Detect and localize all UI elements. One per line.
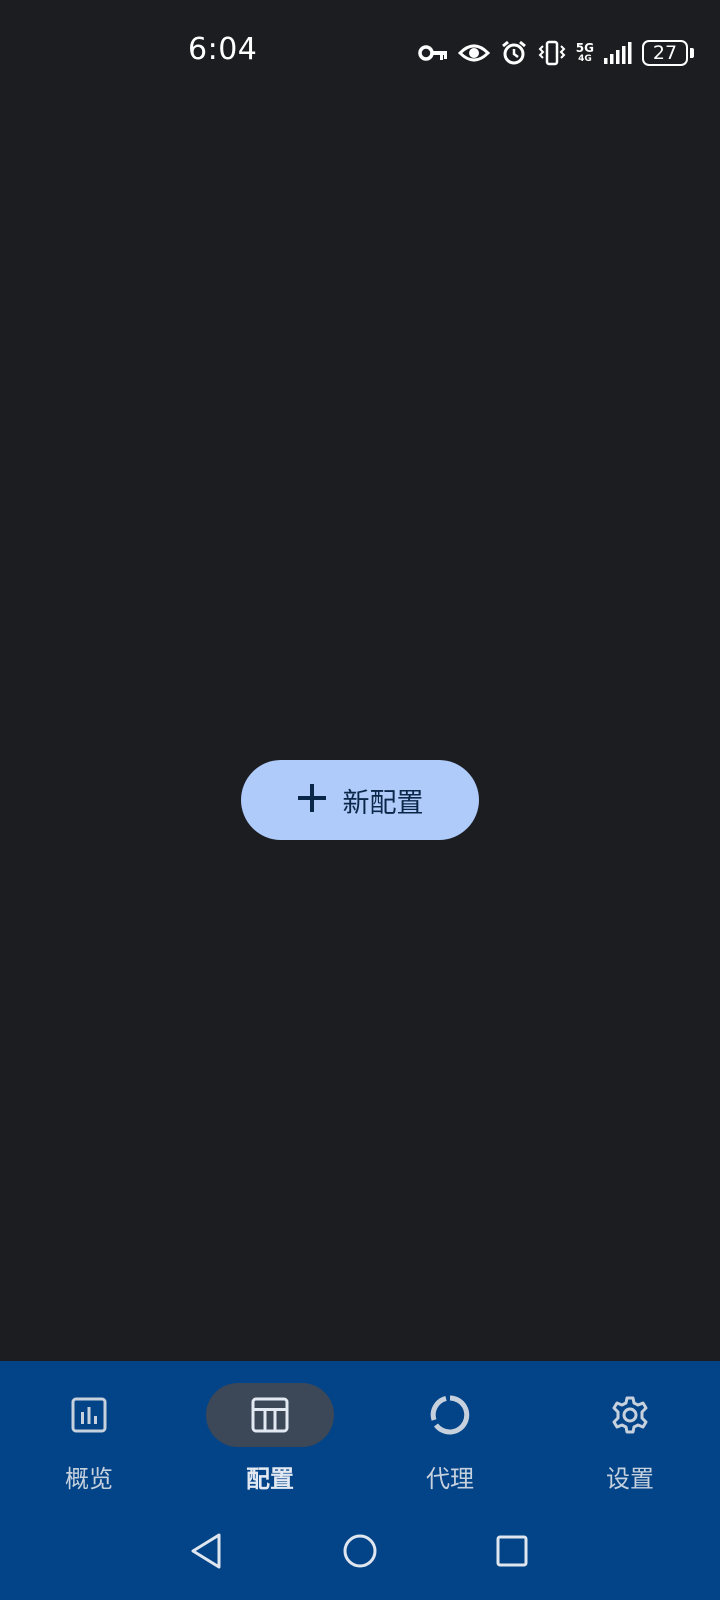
recents-square-icon bbox=[495, 1534, 529, 1572]
nav-item-proxy[interactable]: 代理 bbox=[380, 1383, 520, 1493]
battery-icon: 27 bbox=[642, 40, 694, 66]
screen: 6:04 5G 4G 27 新配置 概览 配置 代理 设置 bbox=[0, 0, 720, 1600]
donut-icon bbox=[430, 1395, 470, 1435]
battery-tip bbox=[690, 48, 694, 58]
nav-label-proxy: 代理 bbox=[426, 1465, 474, 1493]
vibrate-icon bbox=[538, 40, 566, 66]
battery-level: 27 bbox=[642, 40, 688, 66]
status-icons: 5G 4G 27 bbox=[418, 36, 694, 70]
home-button[interactable] bbox=[335, 1528, 385, 1578]
nav-label-config: 配置 bbox=[246, 1465, 294, 1493]
nav-item-settings[interactable]: 设置 bbox=[560, 1383, 700, 1493]
gear-icon bbox=[610, 1395, 650, 1435]
network-type-label: 5G bbox=[575, 41, 594, 55]
eye-icon bbox=[457, 42, 490, 64]
back-triangle-icon bbox=[189, 1532, 223, 1574]
home-circle-icon bbox=[342, 1533, 378, 1573]
status-bar: 6:04 5G 4G 27 bbox=[0, 0, 720, 105]
nav-label-overview: 概览 bbox=[65, 1465, 113, 1493]
system-nav bbox=[0, 1510, 720, 1600]
network-sub-label: 4G bbox=[578, 54, 592, 64]
bar-chart-icon bbox=[69, 1395, 109, 1435]
status-time: 6:04 bbox=[188, 32, 258, 67]
nav-item-config[interactable]: 配置 bbox=[200, 1383, 340, 1493]
alarm-icon bbox=[500, 39, 528, 67]
bottom-nav: 概览 配置 代理 设置 bbox=[0, 1361, 720, 1600]
plus-icon bbox=[297, 783, 327, 817]
back-button[interactable] bbox=[181, 1528, 231, 1578]
vpn-key-icon bbox=[418, 43, 448, 63]
signal-icon bbox=[604, 40, 632, 66]
network-type: 5G 4G bbox=[576, 42, 594, 64]
new-config-button[interactable]: 新配置 bbox=[241, 760, 479, 840]
recents-button[interactable] bbox=[487, 1528, 537, 1578]
nav-label-settings: 设置 bbox=[606, 1465, 654, 1493]
new-config-label: 新配置 bbox=[342, 787, 424, 819]
table-layout-icon bbox=[250, 1395, 290, 1435]
nav-item-overview[interactable]: 概览 bbox=[19, 1383, 159, 1493]
